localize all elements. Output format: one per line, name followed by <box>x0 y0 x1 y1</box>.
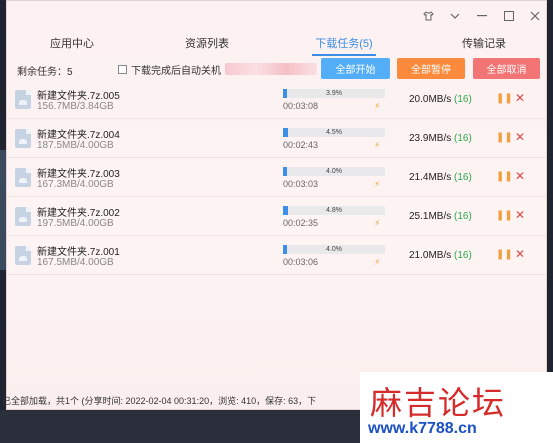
pause-icon[interactable]: ❚❚ <box>496 249 513 260</box>
task-size: 187.5MB/4.00GB <box>37 140 114 151</box>
lightning-icon: ⚡ <box>374 101 381 111</box>
task-speed: 21.4MB/s (16) <box>409 172 472 183</box>
speed-value: 20.0MB/s <box>409 94 452 105</box>
redacted-region <box>225 63 317 75</box>
progress-percent: 3.9% <box>326 90 342 97</box>
close-icon[interactable]: ✕ <box>515 130 525 144</box>
file-image-icon <box>15 168 31 187</box>
shirt-icon[interactable] <box>419 8 437 24</box>
tab-transfer-records[interactable]: 传输记录 <box>454 34 514 56</box>
file-image-icon <box>15 129 31 148</box>
pause-icon[interactable]: ❚❚ <box>496 93 513 104</box>
task-row[interactable]: 新建文件夹.7z.001 167.5MB/4.00GB 4.0% 00:03:0… <box>7 237 546 275</box>
close-icon[interactable] <box>526 8 544 24</box>
task-speed: 20.0MB/s (16) <box>409 94 472 105</box>
lightning-icon: ⚡ <box>374 218 381 228</box>
close-icon[interactable]: ✕ <box>515 169 525 183</box>
task-elapsed-time: 00:02:43 <box>283 140 319 150</box>
watermark-title: 麻吉论坛 <box>370 384 507 422</box>
watermark-url: www.k7788.cn <box>368 420 477 437</box>
connection-count: (16) <box>454 250 472 261</box>
task-row[interactable]: 新建文件夹.7z.005 156.7MB/3.84GB 3.9% 00:03:0… <box>7 81 546 119</box>
watermark: 麻吉论坛 www.k7788.cn <box>360 372 553 443</box>
download-manager-window: 应用中心 资源列表 下载任务(5) 传输记录 剩余任务：5 下载完成后自动关机 … <box>6 0 547 410</box>
progress-bar: 3.9% <box>283 89 385 98</box>
task-size: 197.5MB/4.00GB <box>37 218 114 229</box>
task-filename: 新建文件夹.7z.002 <box>37 208 120 219</box>
task-size: 156.7MB/3.84GB <box>37 101 114 112</box>
task-elapsed-time: 00:03:06 <box>283 257 319 267</box>
task-speed: 25.1MB/s (16) <box>409 211 472 222</box>
task-row[interactable]: 新建文件夹.7z.002 197.5MB/4.00GB 4.8% 00:02:3… <box>7 198 546 236</box>
auto-shutdown-label: 下载完成后自动关机 <box>131 66 221 77</box>
tab-bar: 应用中心 资源列表 下载任务(5) 传输记录 <box>7 34 546 56</box>
progress-bar: 4.0% <box>283 245 385 254</box>
connection-count: (16) <box>454 172 472 183</box>
file-image-icon <box>15 246 31 265</box>
task-filename: 新建文件夹.7z.001 <box>37 247 120 258</box>
task-row[interactable]: 新建文件夹.7z.004 187.5MB/4.00GB 4.5% 00:02:4… <box>7 120 546 158</box>
tab-app-center[interactable]: 应用中心 <box>42 34 102 56</box>
close-icon[interactable]: ✕ <box>515 91 525 105</box>
tab-resource-list[interactable]: 资源列表 <box>177 34 237 56</box>
auto-shutdown-option[interactable]: 下载完成后自动关机 <box>118 62 221 77</box>
close-icon[interactable]: ✕ <box>515 208 525 222</box>
speed-value: 25.1MB/s <box>409 211 452 222</box>
connection-count: (16) <box>454 94 472 105</box>
auto-shutdown-checkbox[interactable] <box>118 65 127 74</box>
task-speed: 23.9MB/s (16) <box>409 133 472 144</box>
progress-bar: 4.8% <box>283 206 385 215</box>
task-speed: 21.0MB/s (16) <box>409 250 472 261</box>
pause-icon[interactable]: ❚❚ <box>496 210 513 221</box>
speed-value: 23.9MB/s <box>409 133 452 144</box>
progress-bar: 4.0% <box>283 167 385 176</box>
file-image-icon <box>15 90 31 109</box>
pause-icon[interactable]: ❚❚ <box>496 132 513 143</box>
taskbar-strip <box>0 410 360 443</box>
toolbar: 剩余任务：5 下载完成后自动关机 全部开始 全部暂停 全部取消 <box>7 58 546 80</box>
start-all-button[interactable]: 全部开始 <box>321 58 390 79</box>
progress-percent: 4.8% <box>326 207 342 214</box>
progress-percent: 4.0% <box>326 168 342 175</box>
progress-percent: 4.0% <box>326 246 342 253</box>
speed-value: 21.0MB/s <box>409 250 452 261</box>
cancel-all-button[interactable]: 全部取消 <box>473 58 540 79</box>
task-elapsed-time: 00:02:35 <box>283 218 319 228</box>
connection-count: (16) <box>454 133 472 144</box>
lightning-icon: ⚡ <box>374 140 381 150</box>
lightning-icon: ⚡ <box>374 179 381 189</box>
pause-all-button[interactable]: 全部暂停 <box>397 58 465 79</box>
close-icon[interactable]: ✕ <box>515 247 525 261</box>
progress-percent: 4.5% <box>326 129 342 136</box>
minimize-icon[interactable] <box>473 8 491 24</box>
task-size: 167.5MB/4.00GB <box>37 257 114 268</box>
task-elapsed-time: 00:03:03 <box>283 179 319 189</box>
task-size: 167.3MB/4.00GB <box>37 179 114 190</box>
speed-value: 21.4MB/s <box>409 172 452 183</box>
file-image-icon <box>15 207 31 226</box>
task-row[interactable]: 新建文件夹.7z.003 167.3MB/4.00GB 4.0% 00:03:0… <box>7 159 546 197</box>
pause-icon[interactable]: ❚❚ <box>496 171 513 182</box>
title-bar <box>7 1 546 31</box>
lightning-icon: ⚡ <box>374 257 381 267</box>
maximize-icon[interactable] <box>500 8 518 24</box>
task-elapsed-time: 00:03:08 <box>283 101 319 111</box>
task-filename: 新建文件夹.7z.005 <box>37 91 120 102</box>
connection-count: (16) <box>454 211 472 222</box>
progress-bar: 4.5% <box>283 128 385 137</box>
remaining-tasks-label: 剩余任务：5 <box>17 67 73 78</box>
task-filename: 新建文件夹.7z.003 <box>37 169 120 180</box>
chevron-down-icon[interactable] <box>446 8 464 24</box>
task-filename: 新建文件夹.7z.004 <box>37 130 120 141</box>
tab-download-tasks[interactable]: 下载任务(5) <box>312 34 376 56</box>
